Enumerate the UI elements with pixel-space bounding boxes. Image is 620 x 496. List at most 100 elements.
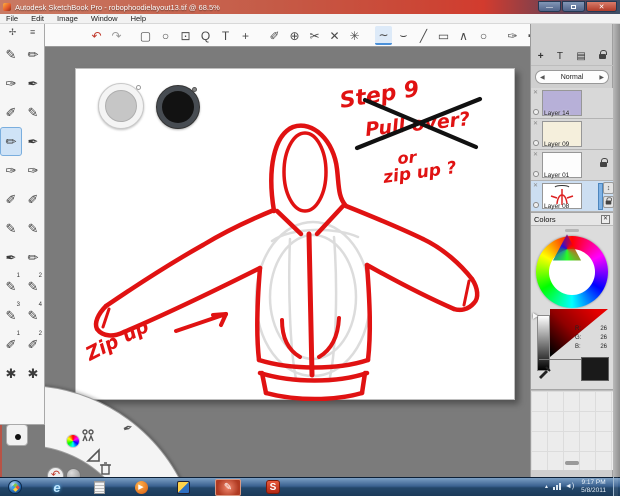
polyline-tool[interactable]: ∧ bbox=[455, 26, 472, 45]
brush-pencil-2[interactable]: ✎2 bbox=[22, 272, 44, 301]
swatches-drag-handle[interactable] bbox=[565, 461, 579, 465]
internet-explorer-icon[interactable]: e bbox=[47, 479, 67, 495]
text-tool[interactable]: T bbox=[217, 26, 234, 45]
layer-row-layer-01[interactable]: ✕Layer 01 bbox=[531, 150, 613, 181]
brush-felt-marker[interactable]: ✒ bbox=[22, 69, 44, 98]
scale-tool[interactable]: ✕ bbox=[326, 26, 343, 45]
brush-nib-2[interactable]: ✏ bbox=[22, 243, 44, 272]
menu-window[interactable]: Window bbox=[89, 14, 120, 23]
layer-visibility-toggle[interactable] bbox=[533, 202, 539, 208]
brush-eraser-soft[interactable]: ✐ bbox=[0, 185, 22, 214]
brush-pen-1[interactable]: ✐1 bbox=[0, 330, 22, 359]
brush-airbrush[interactable]: ✎ bbox=[22, 98, 44, 127]
curve-tool[interactable]: ⌣ bbox=[395, 26, 412, 45]
blend-mode-selector[interactable]: ◀ Normal ▶ bbox=[535, 70, 609, 84]
color-puck[interactable] bbox=[156, 85, 200, 129]
current-color-swatch[interactable] bbox=[581, 357, 609, 381]
brush-fine-pen[interactable]: ✐ bbox=[0, 98, 22, 127]
color-wheel-icon[interactable] bbox=[65, 433, 81, 449]
brush-pencil-1[interactable]: ✎1 bbox=[0, 272, 22, 301]
trash-icon[interactable] bbox=[97, 460, 113, 476]
start-button[interactable] bbox=[5, 479, 25, 495]
brush-eraser-hard[interactable]: ✐ bbox=[22, 185, 44, 214]
symmetry-icon[interactable] bbox=[80, 427, 96, 443]
brush-bell-2[interactable]: ✎ bbox=[22, 214, 44, 243]
colors-drag-handle[interactable] bbox=[565, 229, 579, 232]
zoom-tool[interactable]: Q bbox=[197, 26, 214, 45]
rectangle-tool[interactable]: ▭ bbox=[435, 26, 452, 45]
image-layer-button[interactable]: ▤ bbox=[576, 51, 585, 62]
brush-splatter-1[interactable]: ✱ bbox=[0, 359, 22, 388]
symmetry-tool[interactable]: ✑ bbox=[504, 26, 521, 45]
rect-select-tool[interactable]: ▢ bbox=[137, 26, 154, 45]
layer-move-button[interactable]: ↕ bbox=[603, 182, 614, 194]
brush-flood[interactable]: ✒ bbox=[22, 127, 44, 156]
canvas-area[interactable]: Step 9 Pull over? or zip up ? Zip up bbox=[45, 47, 530, 477]
redo-puck[interactable] bbox=[66, 468, 81, 477]
brush-broad-marker[interactable]: ✑ bbox=[0, 156, 22, 185]
swatches-panel[interactable] bbox=[531, 390, 613, 470]
brush-bell-1[interactable]: ✎ bbox=[0, 214, 22, 243]
brush-puck[interactable] bbox=[98, 83, 144, 129]
brush-pencil-4[interactable]: ✎4 bbox=[22, 301, 44, 330]
move-tool[interactable]: + bbox=[237, 26, 254, 45]
brush-puck-surface[interactable] bbox=[105, 90, 137, 122]
colors-close-icon[interactable]: ✕ bbox=[601, 215, 610, 224]
brush-size-puck[interactable] bbox=[6, 424, 28, 446]
menu-image[interactable]: Image bbox=[55, 14, 80, 23]
layer-visibility-toggle[interactable] bbox=[533, 140, 539, 146]
text-layer-button[interactable]: T bbox=[557, 51, 563, 62]
steady-stroke-tool[interactable]: ∼ bbox=[375, 26, 392, 45]
brush-ballpoint[interactable]: ✏ bbox=[22, 40, 44, 69]
blend-prev-arrow[interactable]: ◀ bbox=[540, 74, 545, 81]
brush-list-icon[interactable]: ≡ bbox=[30, 27, 35, 38]
layer-row-layer-14[interactable]: ✕Layer 14 bbox=[531, 88, 613, 119]
brush-chisel-marker[interactable]: ✑ bbox=[0, 69, 22, 98]
layer-visibility-toggle[interactable] bbox=[533, 109, 539, 115]
undo-button[interactable]: ↶ bbox=[88, 26, 105, 45]
layer-lock-button[interactable] bbox=[603, 196, 614, 208]
eraser-tool[interactable]: ✐ bbox=[266, 26, 283, 45]
undo-puck[interactable]: ↶ bbox=[47, 467, 64, 477]
network-icon[interactable] bbox=[553, 483, 561, 490]
brush-nib-1[interactable]: ✒ bbox=[0, 243, 22, 272]
add-layer-button[interactable]: + bbox=[538, 51, 544, 62]
minimize-button[interactable]: — bbox=[538, 1, 561, 12]
close-button[interactable]: ✕ bbox=[586, 1, 617, 12]
title-bar[interactable]: Autodesk SketchBook Pro - robophoodielay… bbox=[0, 0, 620, 14]
lock-layer-button[interactable] bbox=[599, 54, 606, 59]
value-slider-handle[interactable] bbox=[533, 313, 538, 319]
notepad-icon[interactable] bbox=[89, 479, 109, 495]
show-desktop-button[interactable] bbox=[613, 477, 618, 496]
ellipse-tool[interactable]: ○ bbox=[475, 26, 492, 45]
layer-visibility-toggle[interactable] bbox=[533, 171, 539, 177]
line-tool[interactable]: ╱ bbox=[415, 26, 432, 45]
airbrush-header-icon[interactable]: ✢ bbox=[9, 27, 17, 38]
tray-expand-icon[interactable]: ▲ bbox=[544, 484, 549, 490]
layer-row-layer-08[interactable]: ✕Layer 08↕ bbox=[531, 181, 613, 212]
color-puck-surface[interactable] bbox=[162, 91, 194, 123]
panel-scroll-strip[interactable] bbox=[612, 24, 620, 477]
brush-pen-2[interactable]: ✐2 bbox=[22, 330, 44, 359]
paint-app-icon[interactable] bbox=[173, 479, 193, 495]
brush-highlighter[interactable]: ✑ bbox=[22, 156, 44, 185]
redo-button[interactable]: ↷ bbox=[108, 26, 125, 45]
drawing-page[interactable]: Step 9 Pull over? or zip up ? Zip up bbox=[75, 68, 515, 400]
brush-pencil-3[interactable]: ✎3 bbox=[0, 301, 22, 330]
fill-tool[interactable]: ⊕ bbox=[286, 26, 303, 45]
menu-file[interactable]: File bbox=[4, 14, 20, 23]
maximize-button[interactable] bbox=[562, 1, 585, 12]
sketchbook-active-app[interactable]: ✎ bbox=[215, 479, 241, 496]
blend-next-arrow[interactable]: ▶ bbox=[599, 74, 604, 81]
sketch-canvas[interactable]: Step 9 Pull over? or zip up ? Zip up bbox=[76, 69, 516, 401]
menu-edit[interactable]: Edit bbox=[29, 14, 46, 23]
eyedropper-icon[interactable] bbox=[537, 363, 553, 384]
taskbar-clock[interactable]: 9:17 PM 5/8/2011 bbox=[578, 479, 609, 495]
brush-pencil[interactable]: ✎ bbox=[0, 40, 22, 69]
cut-tool[interactable]: ✂ bbox=[306, 26, 323, 45]
speaker-icon[interactable]: ◄) bbox=[565, 483, 574, 490]
crop-tool[interactable]: ⊡ bbox=[177, 26, 194, 45]
brush-paintbrush[interactable]: ✏ bbox=[0, 127, 22, 156]
s-app-icon[interactable]: S bbox=[263, 479, 283, 495]
lasso-select-tool[interactable]: ○ bbox=[157, 26, 174, 45]
